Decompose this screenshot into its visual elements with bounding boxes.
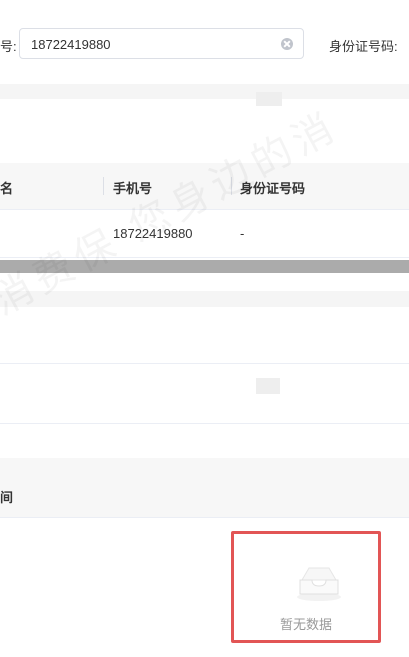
section-divider: [0, 84, 409, 99]
phone-search-input[interactable]: 18722419880: [19, 28, 304, 59]
empty-state-highlight: 暂无数据: [231, 531, 381, 643]
divider: [0, 363, 409, 364]
empty-tray-icon: [297, 567, 341, 601]
phone-search-value: 18722419880: [31, 37, 111, 52]
empty-state-text: 暂无数据: [279, 617, 332, 632]
column-separator: [103, 177, 104, 195]
cell-id-number: -: [240, 226, 245, 241]
id-filter-label: 身份证号码:: [329, 39, 398, 54]
second-table-header-row: 间: [0, 471, 409, 518]
section-divider: [0, 458, 409, 471]
divider: [0, 423, 409, 424]
column-header-time: 间: [0, 490, 14, 505]
column-header-name: 名: [0, 181, 14, 196]
phone-filter-label: 号:: [0, 39, 17, 54]
clear-icon[interactable]: [281, 38, 293, 50]
blurred-region: [256, 92, 282, 106]
blurred-region: [256, 378, 280, 394]
